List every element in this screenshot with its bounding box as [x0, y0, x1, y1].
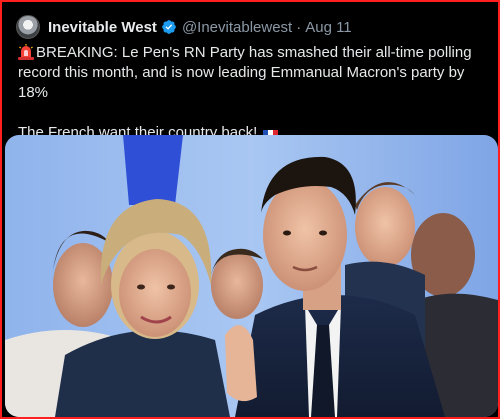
tweet-date[interactable]: Aug 11: [305, 19, 351, 36]
author-handle[interactable]: @Inevitablewest: [182, 19, 292, 36]
tweet-text-paragraph-1: BREAKING: Le Pen's RN Party has smashed …: [18, 43, 494, 103]
author-display-name[interactable]: Inevitable West: [48, 19, 157, 36]
verified-badge-icon: [162, 20, 176, 34]
photo-illustration: [5, 135, 498, 417]
separator-dot: ·: [296, 18, 302, 36]
tweet-text-line-1: BREAKING: Le Pen's RN Party has smashed …: [18, 44, 472, 101]
tweet-header: Inevitable West @Inevitablewest · Aug 11: [16, 14, 488, 40]
tweet-text: BREAKING: Le Pen's RN Party has smashed …: [18, 43, 494, 143]
avatar[interactable]: [16, 15, 40, 39]
siren-icon: [18, 44, 34, 60]
tweet-photo[interactable]: [5, 135, 498, 417]
tweet-card[interactable]: Inevitable West @Inevitablewest · Aug 11…: [0, 0, 500, 419]
